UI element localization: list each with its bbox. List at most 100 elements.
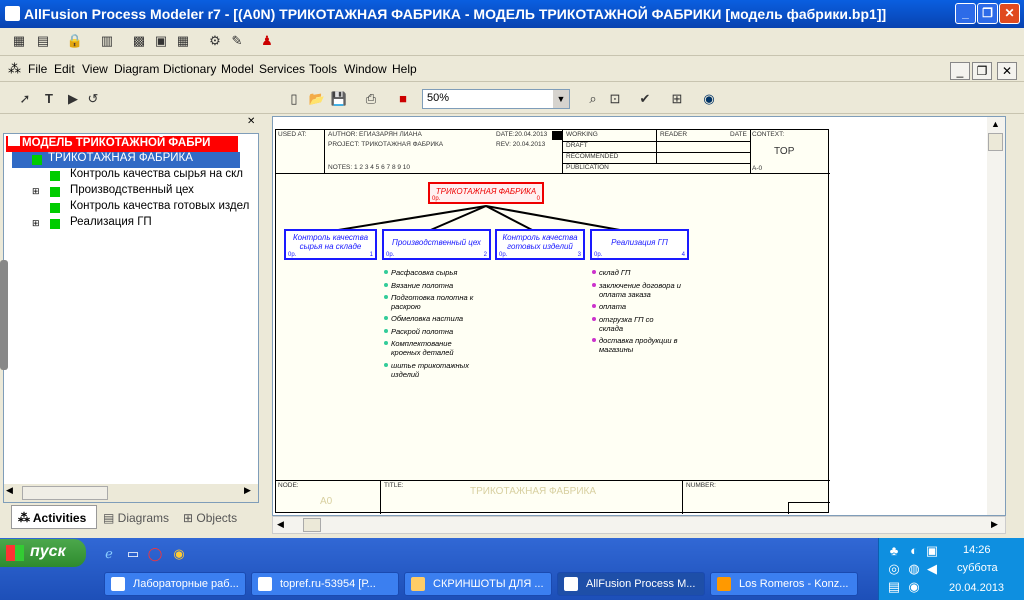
new-model-icon[interactable]: ▦ <box>10 32 28 50</box>
pointer-tool-icon[interactable]: ➚ <box>16 90 34 108</box>
open-icon[interactable]: 📂 <box>308 90 326 108</box>
zoom-select[interactable]: 50% ▼ <box>422 89 570 109</box>
opera-icon[interactable]: ◯ <box>146 545 164 563</box>
scroll-up-icon[interactable]: ▲ <box>991 119 1000 129</box>
taskbar: пуск ℯ ▭ ◯ ◉ Лабораторные раб... topref.… <box>0 538 1024 600</box>
tool-icon[interactable]: ✎ <box>228 32 246 50</box>
zoom-fit-icon[interactable]: ⊡ <box>606 90 624 108</box>
tray-icon[interactable]: ♣ <box>885 542 903 560</box>
tree-horizontal-scrollbar[interactable]: ◀ ▶ <box>4 484 258 502</box>
menu-diagram[interactable]: Diagram <box>114 62 159 76</box>
scroll-thumb[interactable] <box>988 133 1003 151</box>
windows-logo-icon <box>6 545 24 561</box>
list-item: шитье трикотажных изделий <box>384 361 491 379</box>
winamp-icon <box>717 577 731 591</box>
tray-icon[interactable]: ◎ <box>885 560 903 578</box>
menu-view[interactable]: View <box>82 62 108 76</box>
menu-edit[interactable]: Edit <box>54 62 75 76</box>
tab-diagrams[interactable]: ▤ Diagrams <box>99 507 175 529</box>
report-icon[interactable]: ▥ <box>98 32 116 50</box>
users-icon[interactable]: ♟ <box>258 32 276 50</box>
activity-box-2[interactable]: Производственный цех 0р. 2 <box>382 229 491 260</box>
panel-splitter-handle[interactable] <box>0 260 8 370</box>
open-model-icon[interactable]: ▤ <box>34 32 52 50</box>
app-menu-icon[interactable]: ⁂ <box>8 61 21 77</box>
diagrams-icon: ▤ <box>103 511 118 525</box>
mdi-minimize-button[interactable]: _ <box>950 62 970 80</box>
taskbar-item[interactable]: СКРИНШОТЫ ДЛЯ ... <box>404 572 552 596</box>
save-icon[interactable]: 💾 <box>330 90 348 108</box>
clock-date: 20.04.2013 <box>949 582 1005 594</box>
menu-dictionary[interactable]: Dictionary <box>163 62 216 76</box>
tree-item-production[interactable]: ⊞ Производственный цех <box>32 184 194 200</box>
grid-icon[interactable]: ▣ <box>152 32 170 50</box>
expand-icon[interactable]: ⊞ <box>32 186 40 197</box>
tray-icon[interactable]: ◉ <box>905 578 923 596</box>
taskbar-item[interactable]: topref.ru-53954 [Р... <box>251 572 399 596</box>
text-tool-icon[interactable]: T <box>40 90 58 108</box>
parent-activity-box[interactable]: ТРИКОТАЖНАЯ ФАБРИКА 0р. 0 <box>428 182 544 204</box>
explorer-tabs: ⁂ Activities ▤ Diagrams ⊞ Objects <box>3 505 259 531</box>
tray-icon[interactable]: ◍ <box>905 560 923 578</box>
panel-close-icon[interactable]: ✕ <box>247 116 255 127</box>
tray-icon[interactable]: ▤ <box>885 578 903 596</box>
expand-icon[interactable]: ⊞ <box>32 218 40 229</box>
globe-icon[interactable]: ◉ <box>700 90 718 108</box>
tree-item-sales[interactable]: ⊞ Реализация ГП <box>32 216 152 232</box>
taskbar-item[interactable]: Los Romeros - Konz... <box>710 572 858 596</box>
maximize-button[interactable]: ❐ <box>977 3 998 24</box>
mdi-restore-button[interactable]: ❐ <box>972 62 992 80</box>
volume-icon[interactable]: ◀ <box>923 560 941 578</box>
taskbar-item-active[interactable]: AllFusion Process M... <box>557 572 705 596</box>
tree-item-raw-control[interactable]: Контроль качества сырья на скл <box>46 168 243 184</box>
scroll-left-icon[interactable]: ◀ <box>277 519 284 530</box>
menu-file[interactable]: File <box>28 62 47 76</box>
activity-box-4[interactable]: Реализация ГП 0р. 4 <box>590 229 689 260</box>
menu-services[interactable]: Services <box>259 62 305 76</box>
undo-icon[interactable]: ↺ <box>84 90 102 108</box>
start-button[interactable]: пуск <box>0 539 86 567</box>
property-icon[interactable]: ⚙ <box>206 32 224 50</box>
mdi-close-button[interactable]: ✕ <box>997 62 1017 80</box>
print-icon[interactable]: ⎙ <box>362 90 380 108</box>
green-box-icon <box>50 203 60 213</box>
minimize-button[interactable]: _ <box>955 3 976 24</box>
spellcheck-icon[interactable]: ✔ <box>636 90 654 108</box>
tree-root[interactable]: МОДЕЛЬ ТРИКОТАЖНОЙ ФАБРИ <box>6 136 238 152</box>
activity-box-3[interactable]: Контроль качества готовых изделий 0р. 3 <box>495 229 585 260</box>
play-icon[interactable]: ▶ <box>64 90 82 108</box>
scroll-thumb[interactable] <box>22 486 108 500</box>
lock-icon[interactable]: 🔒 <box>66 32 84 50</box>
new-diagram-icon[interactable]: ▯ <box>285 90 303 108</box>
taskbar-item[interactable]: Лабораторные раб... <box>104 572 246 596</box>
tree-icon[interactable]: ⊞ <box>668 90 686 108</box>
table-icon[interactable]: ▦ <box>174 32 192 50</box>
menu-help[interactable]: Help <box>392 62 417 76</box>
desktop-icon[interactable]: ▭ <box>124 545 142 563</box>
chrome-icon[interactable]: ◉ <box>170 545 188 563</box>
tree-item-goods-control[interactable]: Контроль качества готовых издел <box>46 200 249 216</box>
scroll-left-icon[interactable]: ◀ <box>6 485 13 496</box>
tray-icon[interactable]: ◐ <box>905 542 923 560</box>
zoom-in-icon[interactable]: ⌕ <box>584 90 602 108</box>
scroll-thumb[interactable] <box>303 518 321 532</box>
color-icon[interactable]: ■ <box>394 90 412 108</box>
scroll-right-icon[interactable]: ▶ <box>244 485 251 496</box>
arrow-icon[interactable]: ▩ <box>130 32 148 50</box>
title-label: TITLE: <box>384 482 404 489</box>
scroll-right-icon[interactable]: ▶ <box>991 519 998 530</box>
ie-icon[interactable]: ℯ <box>100 545 118 563</box>
tree-item-factory[interactable]: ТРИКОТАЖНАЯ ФАБРИКА <box>12 152 240 168</box>
diagram-vertical-scrollbar[interactable]: ▲ <box>987 117 1005 515</box>
tray-icon[interactable]: ▣ <box>923 542 941 560</box>
menu-tools[interactable]: Tools <box>309 62 337 76</box>
green-box-icon <box>50 219 60 229</box>
diagram-horizontal-scrollbar[interactable]: ◀ ▶ <box>272 516 1006 534</box>
menu-window[interactable]: Window <box>344 62 387 76</box>
activity-box-1[interactable]: Контроль качества сырья на складе 0р. 1 <box>284 229 377 260</box>
close-button[interactable]: ✕ <box>999 3 1020 24</box>
menu-model[interactable]: Model <box>221 62 254 76</box>
tab-objects[interactable]: ⊞ Objects <box>179 507 255 529</box>
chevron-down-icon[interactable]: ▼ <box>553 90 569 108</box>
tab-activities[interactable]: ⁂ Activities <box>11 505 97 529</box>
